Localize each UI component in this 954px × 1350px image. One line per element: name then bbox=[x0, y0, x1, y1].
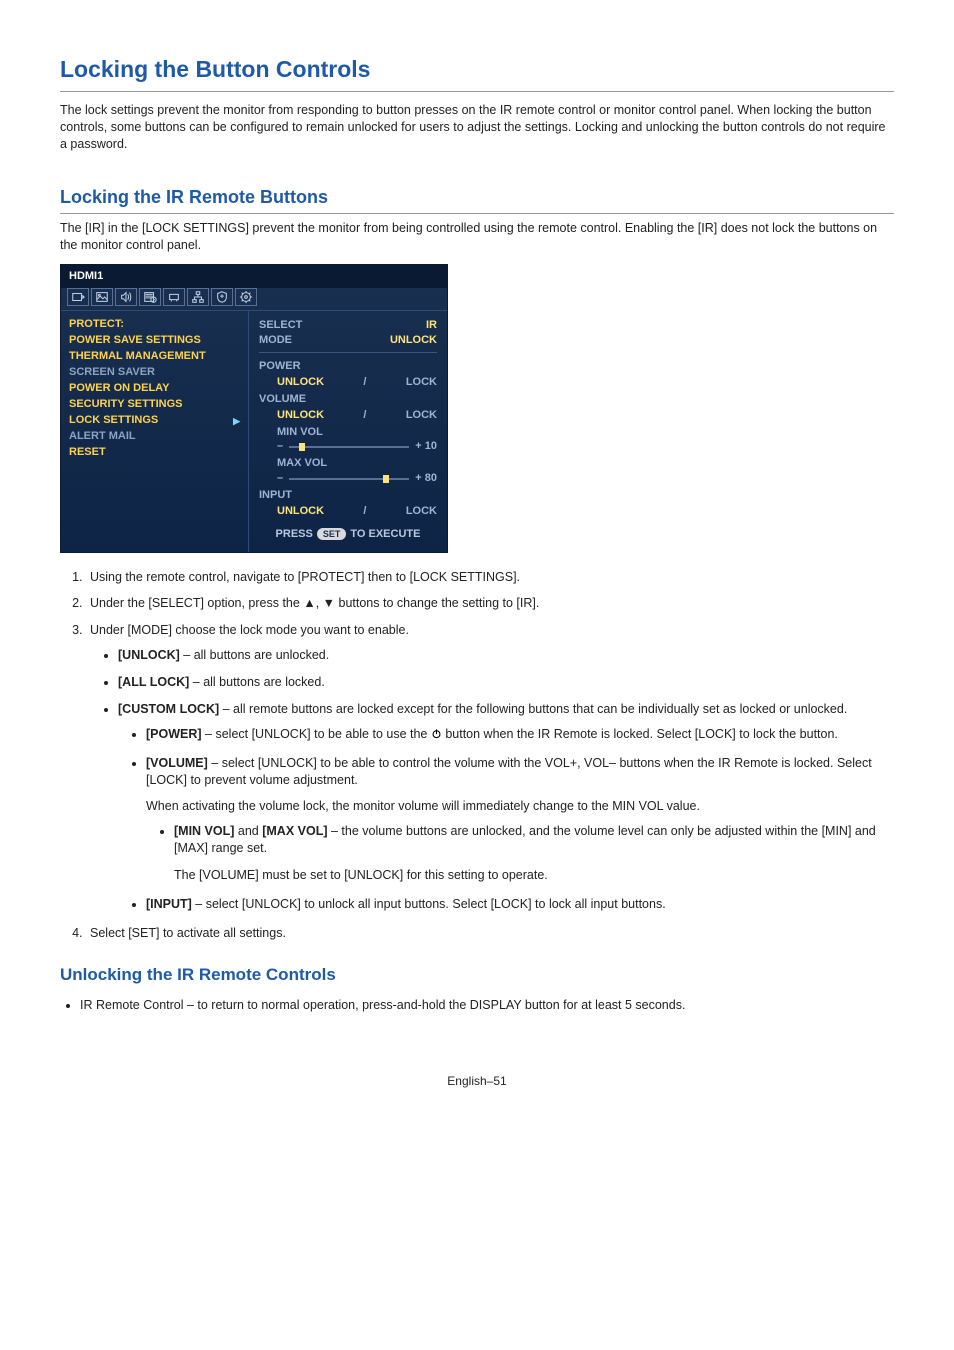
osd-item-power-on-delay: POWER ON DELAY bbox=[69, 381, 240, 397]
osd-item-power-save: POWER SAVE SETTINGS bbox=[69, 333, 240, 349]
osd-volume-lock: LOCK bbox=[406, 408, 437, 423]
opt-custom-t: – all remote buttons are locked except f… bbox=[219, 702, 847, 716]
opt-unlock-b: [UNLOCK] bbox=[118, 648, 180, 662]
up-arrow-icon: ▲ bbox=[303, 595, 315, 612]
opt-power-t2: button when the IR Remote is locked. Sel… bbox=[442, 727, 838, 741]
osd-source-label: HDMI1 bbox=[69, 269, 103, 284]
step-3-text: Under [MODE] choose the lock mode you wa… bbox=[90, 623, 409, 637]
schedule-icon bbox=[139, 288, 161, 306]
step-4: Select [SET] to activate all settings. bbox=[86, 925, 894, 942]
opt-unlock-t: – all buttons are unlocked. bbox=[180, 648, 329, 662]
osd-select-value: IR bbox=[426, 318, 437, 333]
opt-volume-t: – select [UNLOCK] to be able to control … bbox=[146, 756, 872, 787]
opt-power: [POWER] – select [UNLOCK] to be able to … bbox=[146, 726, 894, 743]
opt-alllock-b: [ALL LOCK] bbox=[118, 675, 189, 689]
osd-item-reset: RESET bbox=[69, 445, 240, 461]
opt-power-b: [POWER] bbox=[146, 727, 202, 741]
osd-mode-value: UNLOCK bbox=[390, 333, 437, 348]
osd-lock-settings-label: LOCK SETTINGS bbox=[69, 413, 158, 429]
protect-icon bbox=[211, 288, 233, 306]
opt-input-b: [INPUT] bbox=[146, 897, 192, 911]
power-icon bbox=[431, 727, 442, 741]
section-locking-ir: Locking the IR Remote Buttons bbox=[60, 185, 894, 214]
picture-icon bbox=[91, 288, 113, 306]
opt-maxvol-b: [MAX VOL] bbox=[262, 824, 327, 838]
osd-power-slash: / bbox=[363, 375, 366, 390]
osd-power-lock: LOCK bbox=[406, 375, 437, 390]
ir-paragraph: The [IR] in the [LOCK SETTINGS] prevent … bbox=[60, 220, 894, 254]
osd-icon-row bbox=[61, 288, 447, 311]
osd-right-panel: SELECTIR MODEUNLOCK POWER UNLOCK / LOCK … bbox=[249, 311, 447, 552]
osd-minvol-minus: – bbox=[277, 439, 283, 454]
osd-volume-label: VOLUME bbox=[259, 392, 437, 407]
opt-volume-note: When activating the volume lock, the mon… bbox=[146, 798, 894, 815]
steps-list: Using the remote control, navigate to [P… bbox=[60, 569, 894, 942]
intro-paragraph: The lock settings prevent the monitor fr… bbox=[60, 102, 894, 153]
osd-minvol-slider bbox=[289, 446, 409, 448]
osd-select-label: SELECT bbox=[259, 318, 302, 333]
submenu-arrow-icon: ▶ bbox=[233, 415, 240, 428]
osd-input-lock: LOCK bbox=[406, 504, 437, 519]
osd-input-unlock: UNLOCK bbox=[277, 504, 324, 519]
unlock-ir-bullet: IR Remote Control – to return to normal … bbox=[80, 997, 894, 1014]
osd-item-alert-mail: ALERT MAIL bbox=[69, 429, 240, 445]
opt-minmax-note: The [VOLUME] must be set to [UNLOCK] for… bbox=[174, 867, 894, 884]
osd-item-screensaver: SCREEN SAVER bbox=[69, 365, 240, 381]
osd-maxvol-slider bbox=[289, 478, 409, 480]
opt-minvol-b: [MIN VOL] bbox=[174, 824, 234, 838]
page-title: Locking the Button Controls bbox=[60, 54, 894, 92]
down-arrow-icon: ▼ bbox=[323, 595, 335, 612]
opt-alllock-t: – all buttons are locked. bbox=[189, 675, 325, 689]
osd-panel: HDMI1 PROTECT: POWER SAVE SETTINGS THERM… bbox=[60, 264, 448, 553]
system-icon bbox=[235, 288, 257, 306]
osd-item-thermal: THERMAL MANAGEMENT bbox=[69, 349, 240, 365]
osd-source-row: HDMI1 bbox=[61, 265, 447, 288]
page-footer: English–51 bbox=[60, 1073, 894, 1089]
opt-unlock: [UNLOCK] – all buttons are unlocked. bbox=[118, 647, 894, 664]
osd-power-unlock: UNLOCK bbox=[277, 375, 324, 390]
opt-volume-b: [VOLUME] bbox=[146, 756, 208, 770]
opt-alllock: [ALL LOCK] – all buttons are locked. bbox=[118, 674, 894, 691]
step-2: Under the [SELECT] option, press the ▲, … bbox=[86, 595, 894, 612]
step-3: Under [MODE] choose the lock mode you wa… bbox=[86, 622, 894, 913]
osd-item-security: SECURITY SETTINGS bbox=[69, 397, 240, 413]
osd-maxvol-minus: – bbox=[277, 471, 283, 486]
step-2-a: Under the [SELECT] option, press the bbox=[90, 596, 303, 610]
opt-customlock: [CUSTOM LOCK] – all remote buttons are l… bbox=[118, 701, 894, 913]
step-1: Using the remote control, navigate to [P… bbox=[86, 569, 894, 586]
osd-left-header: PROTECT: bbox=[69, 317, 240, 332]
opt-minmax-and: and bbox=[234, 824, 262, 838]
opt-minmax: [MIN VOL] and [MAX VOL] – the volume but… bbox=[174, 823, 894, 884]
opt-input: [INPUT] – select [UNLOCK] to unlock all … bbox=[146, 896, 894, 913]
osd-set-pill: SET bbox=[317, 528, 347, 540]
opt-input-t: – select [UNLOCK] to unlock all input bu… bbox=[192, 897, 666, 911]
osd-input-slash: / bbox=[363, 504, 366, 519]
osd-maxvol-plus: + 80 bbox=[415, 471, 437, 486]
osd-footer: PRESS SET TO EXECUTE bbox=[259, 527, 437, 542]
opt-power-t1: – select [UNLOCK] to be able to use the bbox=[202, 727, 431, 741]
audio-icon bbox=[115, 288, 137, 306]
opt-custom-b: [CUSTOM LOCK] bbox=[118, 702, 219, 716]
opt-volume: [VOLUME] – select [UNLOCK] to be able to… bbox=[146, 755, 894, 884]
osd-volume-unlock: UNLOCK bbox=[277, 408, 324, 423]
osd-press-label: PRESS bbox=[276, 527, 313, 542]
osd-volume-slash: / bbox=[363, 408, 366, 423]
network-icon bbox=[187, 288, 209, 306]
osd-item-lock-settings: LOCK SETTINGS ▶ bbox=[69, 413, 240, 429]
osd-minvol-label: MIN VOL bbox=[277, 425, 437, 440]
osd-mode-label: MODE bbox=[259, 333, 292, 348]
osd-left-menu: PROTECT: POWER SAVE SETTINGS THERMAL MAN… bbox=[61, 311, 249, 552]
osd-power-label: POWER bbox=[259, 359, 437, 374]
section-unlocking-ir: Unlocking the IR Remote Controls bbox=[60, 964, 894, 987]
osd-minvol-plus: + 10 bbox=[415, 439, 437, 454]
step-2-b: buttons to change the setting to [IR]. bbox=[335, 596, 539, 610]
slot-icon bbox=[163, 288, 185, 306]
osd-execute-label: TO EXECUTE bbox=[350, 527, 420, 542]
osd-maxvol-label: MAX VOL bbox=[277, 456, 437, 471]
osd-input-label: INPUT bbox=[259, 488, 437, 503]
input-icon bbox=[67, 288, 89, 306]
